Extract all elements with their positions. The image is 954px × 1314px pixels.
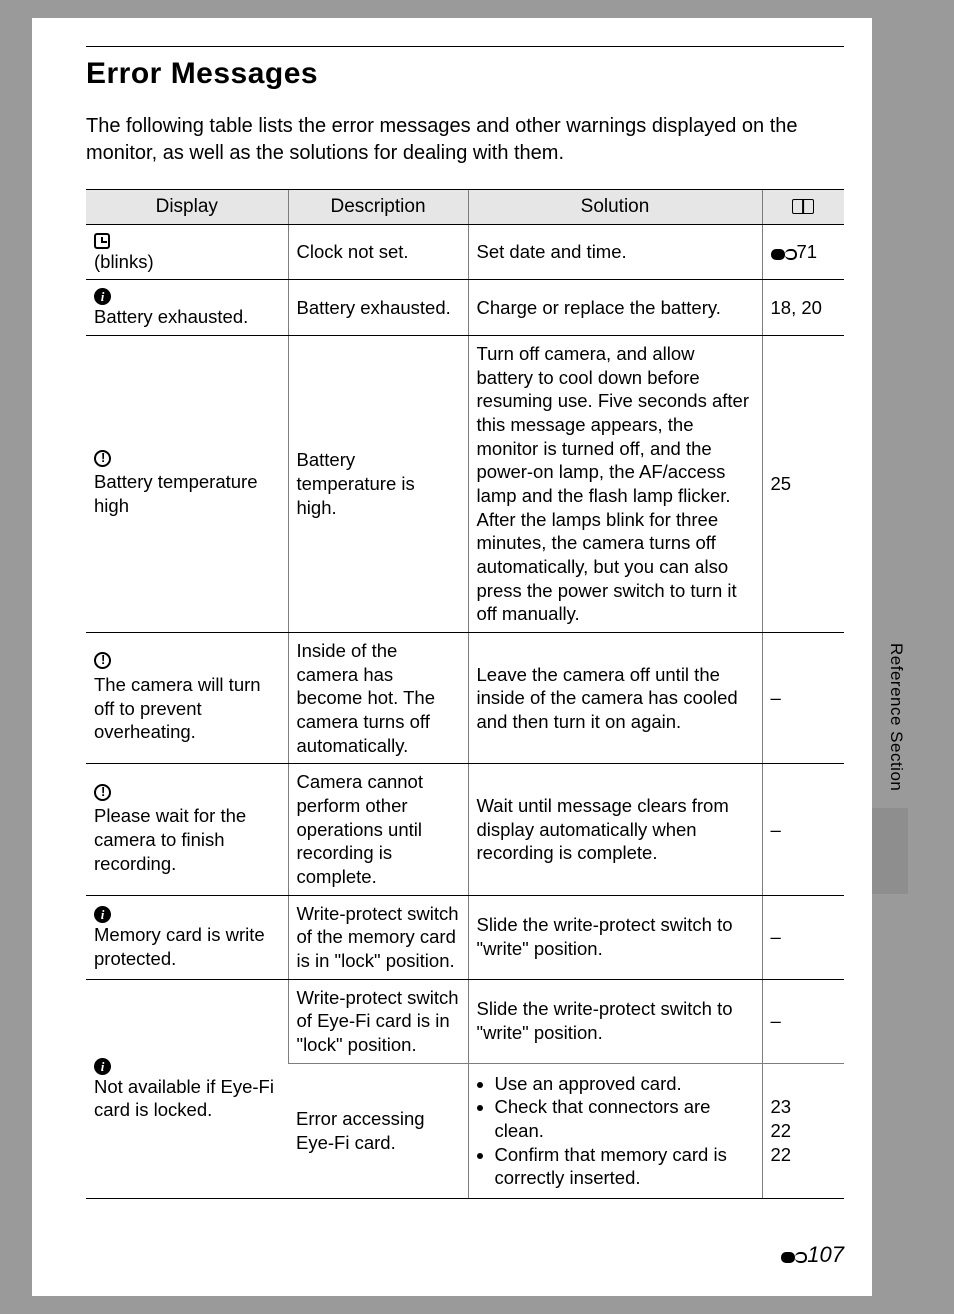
warning-icon	[94, 652, 111, 669]
list-item: Check that connectors are clean.	[495, 1095, 754, 1142]
warning-icon	[94, 450, 111, 467]
warning-icon	[94, 784, 111, 801]
ref-page: 22	[771, 1143, 837, 1167]
display-cell: Battery temperature high	[86, 335, 288, 632]
col-display: Display	[86, 190, 288, 225]
table-row: The camera will turn off to prevent over…	[86, 632, 844, 763]
display-cell: i Battery exhausted.	[86, 280, 288, 336]
reference-cell: 18, 20	[762, 280, 844, 336]
reference-cell: –	[762, 632, 844, 763]
page-title: Error Messages	[86, 57, 844, 91]
table-header-row: Display Description Solution	[86, 190, 844, 225]
reference-cell: –	[762, 764, 844, 895]
ref-page: 22	[771, 1119, 837, 1143]
ref-page: 23	[771, 1095, 837, 1119]
display-text: Battery exhausted.	[94, 306, 248, 327]
info-icon: i	[94, 288, 111, 305]
reference-cell: –	[762, 895, 844, 979]
top-rule	[86, 46, 844, 47]
section-tab-label: Reference Section	[886, 643, 906, 791]
book-icon	[792, 199, 814, 214]
solution-cell: Set date and time.	[468, 225, 762, 280]
solution-cell: Leave the camera off until the inside of…	[468, 632, 762, 763]
link-icon	[781, 1250, 807, 1262]
ref-page: 71	[797, 241, 818, 262]
reference-cell: 23 22 22	[762, 1063, 844, 1198]
solution-list: Use an approved card. Check that connect…	[477, 1072, 754, 1190]
info-icon: i	[94, 906, 111, 923]
col-reference	[762, 190, 844, 225]
display-cell: The camera will turn off to prevent over…	[86, 632, 288, 763]
display-cell: i Not available if Eye-Fi card is locked…	[86, 979, 288, 1198]
reference-cell: 25	[762, 335, 844, 632]
table-row: i Memory card is write protected. Write-…	[86, 895, 844, 979]
description-cell: Write-protect switch of Eye-Fi card is i…	[288, 979, 468, 1063]
manual-page: Error Messages The following table lists…	[32, 18, 872, 1296]
display-cell: i Memory card is write protected.	[86, 895, 288, 979]
section-tab	[872, 808, 908, 894]
table-row: Please wait for the camera to finish rec…	[86, 764, 844, 895]
display-text: Battery temperature high	[94, 471, 258, 516]
table-row: i Not available if Eye-Fi card is locked…	[86, 979, 844, 1063]
clock-icon	[94, 233, 110, 249]
solution-cell: Slide the write-protect switch to "write…	[468, 979, 762, 1063]
solution-cell: Slide the write-protect switch to "write…	[468, 895, 762, 979]
list-item: Use an approved card.	[495, 1072, 754, 1096]
description-cell: Clock not set.	[288, 225, 468, 280]
list-item: Confirm that memory card is correctly in…	[495, 1143, 754, 1190]
table-row: Battery temperature high Battery tempera…	[86, 335, 844, 632]
description-cell: Battery temperature is high.	[288, 335, 468, 632]
page-number: 107	[807, 1242, 844, 1267]
description-cell: Battery exhausted.	[288, 280, 468, 336]
description-cell: Error accessing Eye-Fi card.	[288, 1063, 468, 1198]
display-text: Please wait for the camera to finish rec…	[94, 805, 246, 873]
solution-cell: Charge or replace the battery.	[468, 280, 762, 336]
table-row: i Battery exhausted. Battery exhausted. …	[86, 280, 844, 336]
solution-cell: Use an approved card. Check that connect…	[468, 1063, 762, 1198]
display-note: (blinks)	[94, 251, 154, 272]
error-table: Display Description Solution (blinks) Cl…	[86, 189, 844, 1199]
display-cell: Please wait for the camera to finish rec…	[86, 764, 288, 895]
col-description: Description	[288, 190, 468, 225]
reference-cell: 71	[762, 225, 844, 280]
description-cell: Camera cannot perform other operations u…	[288, 764, 468, 895]
info-icon: i	[94, 1058, 111, 1075]
col-solution: Solution	[468, 190, 762, 225]
page-footer: 107	[781, 1242, 844, 1268]
display-text: The camera will turn off to prevent over…	[94, 674, 261, 742]
reference-cell: –	[762, 979, 844, 1063]
solution-cell: Turn off camera, and allow battery to co…	[468, 335, 762, 632]
display-cell: (blinks)	[86, 225, 288, 280]
display-text: Memory card is write protected.	[94, 924, 265, 969]
description-cell: Inside of the camera has become hot. The…	[288, 632, 468, 763]
solution-cell: Wait until message clears from display a…	[468, 764, 762, 895]
description-cell: Write-protect switch of the memory card …	[288, 895, 468, 979]
link-icon	[771, 247, 797, 259]
table-row: (blinks) Clock not set. Set date and tim…	[86, 225, 844, 280]
display-text: Not available if Eye-Fi card is locked.	[94, 1076, 274, 1121]
intro-paragraph: The following table lists the error mess…	[86, 113, 844, 167]
